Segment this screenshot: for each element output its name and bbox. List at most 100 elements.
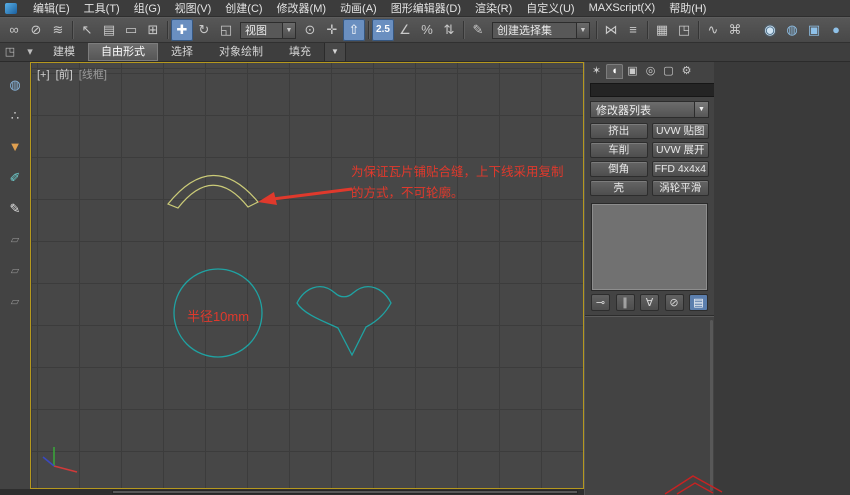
tab-selection[interactable]: 选择 [158,43,206,61]
percent-snap-icon[interactable]: % [416,19,438,41]
create-tab-icon[interactable]: ✶ [588,64,605,79]
radius-label-text[interactable]: 半径10mm [175,306,261,325]
pencil-icon[interactable]: ✎ [4,198,26,220]
select-by-name-icon[interactable]: ▤ [98,19,120,41]
cloth-icon[interactable]: ▼ [4,136,26,158]
scene-annotation-text[interactable]: 为保证瓦片铺贴合缝，上下线采用复制 的方式，不可轮廓。 [351,162,564,204]
mirror-icon[interactable]: ⋈ [600,19,622,41]
turbosmooth-button[interactable]: 涡轮平滑 [651,180,709,196]
material-editor-icon[interactable]: ◉ [759,19,781,41]
object-name-field[interactable] [590,83,730,97]
menu-item-group[interactable]: 组(G) [127,0,168,17]
viewport-menu-view[interactable]: [前] [56,69,73,81]
motion-tab-icon[interactable]: ◎ [642,64,659,79]
chevron-down-icon[interactable]: ▼ [694,102,708,117]
app-logo-icon[interactable] [5,3,17,14]
toolbar-separator [596,21,597,39]
select-object-icon[interactable]: ↖ [76,19,98,41]
tab-object-paint[interactable]: 对象绘制 [206,43,276,61]
shell-button[interactable]: 壳 [590,180,648,196]
unwrap-uvw-button[interactable]: UVW 展开 [651,142,709,158]
toolbar-separator [167,21,168,39]
menu-item-create[interactable]: 创建(C) [218,0,269,17]
viewport-menu-shading[interactable]: [线框] [79,69,107,81]
tile-arc-spline[interactable] [167,174,259,209]
select-and-rotate-icon[interactable]: ↻ [193,19,215,41]
pin-icon[interactable]: ▾ [20,43,40,61]
configure-modifier-sets-icon[interactable]: ▤ [689,294,708,311]
tab-modeling[interactable]: 建模 [40,43,88,61]
selection-set-dropdown[interactable]: 创建选择集 ▼ [492,21,590,39]
workspace-icon[interactable]: ◳ [0,43,20,61]
select-and-link-icon[interactable]: ∞ [3,19,25,41]
teapot-icon[interactable]: ◍ [4,74,26,96]
angle-snap-icon[interactable]: ∠ [394,19,416,41]
selection-region-icon[interactable]: ▭ [120,19,142,41]
tile-profile-spline[interactable] [296,286,392,357]
viewport-menu-general[interactable]: [+] [37,69,50,81]
panel-divider [585,315,714,317]
curve-editor-icon[interactable]: ∿ [702,19,724,41]
menu-item-edit[interactable]: 编辑(E) [26,0,77,17]
menu-item-tools[interactable]: 工具(T) [77,0,127,17]
red-wireframe-shape[interactable] [655,470,730,495]
bevel-button[interactable]: 倒角 [590,161,648,177]
right-empty-area [714,62,850,495]
tab-populate[interactable]: 填充 [276,43,324,61]
make-unique-icon[interactable]: ∀ [640,294,659,311]
unlink-selection-icon[interactable]: ⊘ [25,19,47,41]
menu-item-help[interactable]: 帮助(H) [662,0,713,17]
hierarchy-tab-icon[interactable]: ▣ [624,64,641,79]
panel-icon-3[interactable]: ▱ [4,291,26,313]
menu-item-views[interactable]: 视图(V) [168,0,219,17]
snap-toggle-icon[interactable]: 2.5 [372,19,394,41]
menu-item-animation[interactable]: 动画(A) [333,0,384,17]
menu-item-modifiers[interactable]: 修改器(M) [270,0,334,17]
panel-scrollbar[interactable] [710,320,713,491]
pin-stack-icon[interactable]: ⊸ [591,294,610,311]
uvw-map-button[interactable]: UVW 贴图 [651,123,709,139]
remove-modifier-icon[interactable]: ⊘ [664,294,684,311]
lathe-button[interactable]: 车削 [590,142,648,158]
panel-icon-2[interactable]: ▱ [4,260,26,282]
ffd-4x4x4-button[interactable]: FFD 4x4x4 [651,161,709,177]
display-tab-icon[interactable]: ▢ [660,64,677,79]
brush-icon[interactable]: ✐ [4,167,26,189]
show-end-result-icon[interactable]: ∥ [615,294,635,311]
utilities-tab-icon[interactable]: ⚙ [678,64,695,79]
render-production-icon[interactable]: ● [825,19,847,41]
reference-coordinate-dropdown[interactable]: 视图 ▼ [240,21,296,39]
modifier-stack-window[interactable] [591,203,708,291]
render-setup-icon[interactable]: ◍ [781,19,803,41]
chevron-down-icon[interactable]: ▼ [282,22,295,38]
use-pivot-center-icon[interactable]: ⊙ [299,19,321,41]
rendered-frame-window-icon[interactable]: ▣ [803,19,825,41]
bind-to-space-warp-icon[interactable]: ≋ [47,19,69,41]
keyboard-override-icon[interactable]: ⇧ [343,19,365,41]
menu-item-customize[interactable]: 自定义(U) [519,0,581,17]
tab-freeform[interactable]: 自由形式 [88,43,158,61]
modify-tab-icon[interactable]: ◖ [606,64,623,79]
graphite-toggle-icon[interactable]: ◳ [673,19,695,41]
layer-manager-icon[interactable]: ▦ [651,19,673,41]
extrude-button[interactable]: 挤出 [590,123,648,139]
menu-item-graph-editors[interactable]: 图形编辑器(D) [384,0,468,17]
named-selection-sets-icon[interactable]: ✎ [467,19,489,41]
spinner-snap-icon[interactable]: ⇅ [438,19,460,41]
chevron-down-icon[interactable]: ▼ [576,22,589,38]
modifier-list-dropdown[interactable]: 修改器列表 ▼ [590,101,709,118]
annotation-line-2: 的方式，不可轮廓。 [351,186,464,200]
select-and-manipulate-icon[interactable]: ✛ [321,19,343,41]
schematic-view-icon[interactable]: ⌘ [724,19,746,41]
panel-icon-1[interactable]: ▱ [4,229,26,251]
align-icon[interactable]: ≡ [622,19,644,41]
menu-item-rendering[interactable]: 渲染(R) [468,0,519,17]
track-bar[interactable] [112,490,578,494]
window-crossing-icon[interactable]: ⊞ [142,19,164,41]
select-and-move-icon[interactable]: ✚ [171,19,193,41]
menu-item-maxscript[interactable]: MAXScript(X) [582,1,663,15]
dots-icon[interactable]: ∴ [4,105,26,127]
front-viewport[interactable]: [+] [前] [线框] 为保证瓦片铺贴合缝，上下线采用复制 的方式，不可轮廓。 [30,62,584,489]
select-and-scale-icon[interactable]: ◱ [215,19,237,41]
ribbon-minimize-dropdown-icon[interactable]: ▼ [324,43,346,61]
